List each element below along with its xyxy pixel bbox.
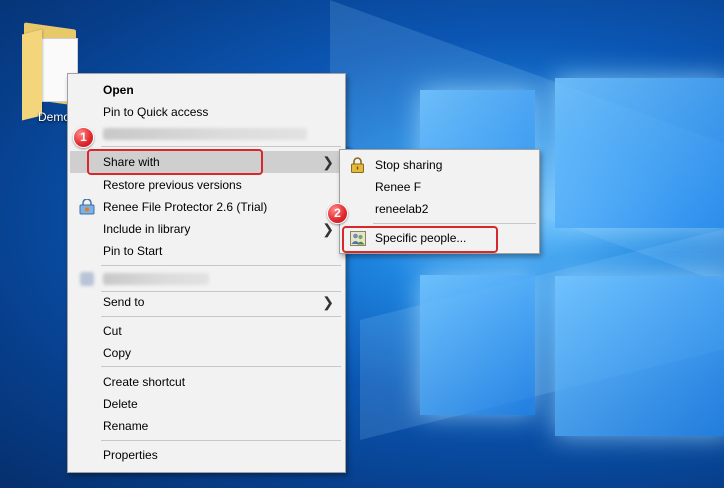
step-1-badge: 1 — [73, 127, 94, 148]
highlight-specific-people — [342, 226, 498, 253]
windows-logo-pane — [555, 78, 724, 228]
menu-separator — [101, 146, 341, 147]
submenu-item-stop-sharing[interactable]: Stop sharing — [342, 154, 537, 176]
menu-item-redacted-2[interactable] — [70, 268, 343, 290]
menu-item-cut[interactable]: Cut — [70, 320, 343, 342]
menu-item-redacted[interactable] — [70, 123, 343, 145]
menu-item-open[interactable]: Open — [70, 79, 343, 101]
menu-separator — [101, 265, 341, 266]
menu-item-copy[interactable]: Copy — [70, 342, 343, 364]
lock-icon — [351, 157, 364, 173]
windows-logo-pane — [555, 276, 724, 436]
menu-item-create-shortcut[interactable]: Create shortcut — [70, 371, 343, 393]
step-2-badge: 2 — [327, 203, 348, 224]
renee-protector-icon — [79, 199, 95, 215]
highlight-share-with — [87, 149, 263, 175]
menu-item-properties[interactable]: Properties — [70, 444, 343, 466]
menu-item-include-library[interactable]: Include in library ❯ — [70, 218, 343, 240]
menu-separator — [101, 366, 341, 367]
redacted-label — [103, 273, 209, 285]
desktop-icon-label: Demo — [38, 110, 71, 124]
menu-item-send-to[interactable]: Send to ❯ — [70, 291, 343, 313]
menu-item-pin-start[interactable]: Pin to Start — [70, 240, 343, 262]
context-menu: Open Pin to Quick access Share with ❯ Re… — [67, 73, 346, 473]
chevron-right-icon: ❯ — [322, 294, 334, 310]
menu-item-rename[interactable]: Rename — [70, 415, 343, 437]
menu-item-renee-protector[interactable]: Renee File Protector 2.6 (Trial) — [70, 196, 343, 218]
menu-item-restore-previous[interactable]: Restore previous versions — [70, 174, 343, 196]
redacted-icon — [80, 272, 94, 286]
menu-item-delete[interactable]: Delete — [70, 393, 343, 415]
menu-separator — [101, 316, 341, 317]
windows-logo-pane — [420, 275, 535, 415]
menu-separator — [101, 440, 341, 441]
submenu-item-renee-f[interactable]: Renee F — [342, 176, 537, 198]
menu-separator — [373, 223, 536, 224]
submenu-item-reneelab2[interactable]: reneelab2 — [342, 198, 537, 220]
redacted-label — [103, 128, 307, 140]
menu-item-pin-quick-access[interactable]: Pin to Quick access — [70, 101, 343, 123]
chevron-right-icon: ❯ — [322, 154, 334, 170]
